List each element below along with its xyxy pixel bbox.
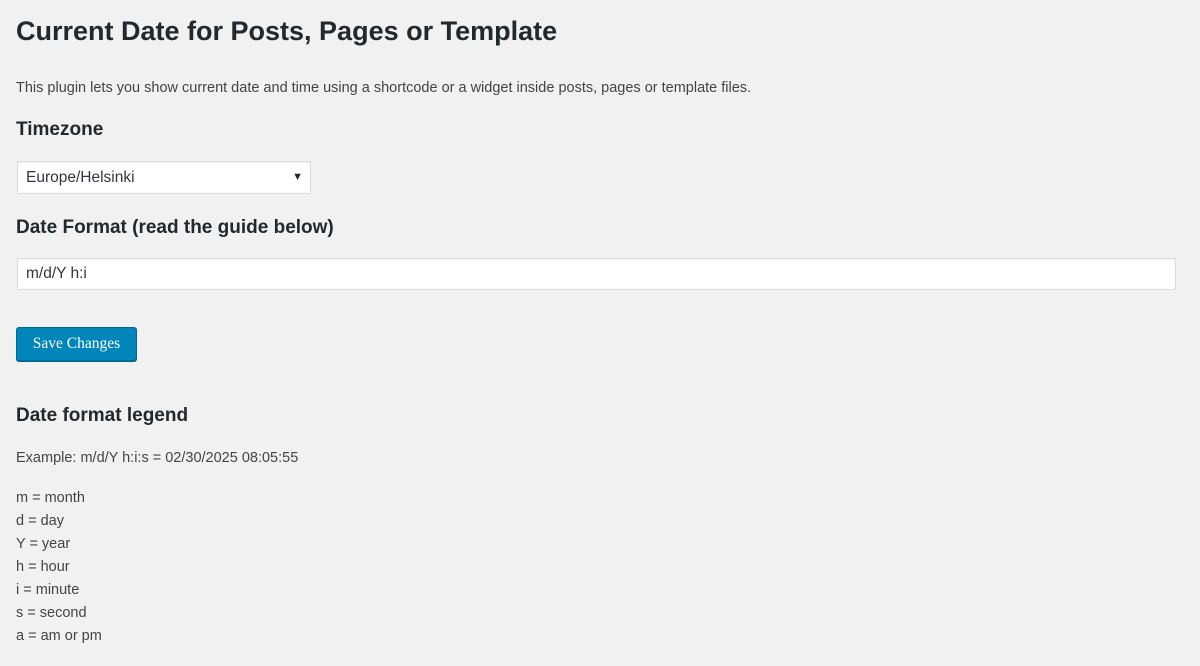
legend-heading: Date format legend xyxy=(16,405,189,426)
legend-item-ampm: a = am or pm xyxy=(16,628,102,644)
legend-item-day: d = day xyxy=(16,513,64,529)
settings-page: Current Date for Posts, Pages or Templat… xyxy=(0,0,1184,666)
date-format-heading: Date Format (read the guide below) xyxy=(16,217,334,238)
legend-list: m = month d = day Y = year h = hour i = … xyxy=(16,487,102,648)
date-format-input[interactable] xyxy=(17,258,1176,290)
timezone-selected-value: Europe/Helsinki xyxy=(26,169,135,186)
timezone-heading: Timezone xyxy=(16,119,104,140)
legend-item-month: m = month xyxy=(16,490,85,506)
legend-item-year: Y = year xyxy=(16,536,71,552)
legend-example: Example: m/d/Y h:i:s = 02/30/2025 08:05:… xyxy=(16,450,299,466)
timezone-select[interactable]: Europe/Helsinki ▼ xyxy=(17,161,311,194)
chevron-down-icon: ▼ xyxy=(292,171,303,183)
legend-item-hour: h = hour xyxy=(16,559,70,575)
legend-item-second: s = second xyxy=(16,605,87,621)
legend-item-minute: i = minute xyxy=(16,582,80,598)
plugin-description: This plugin lets you show current date a… xyxy=(16,80,752,96)
save-changes-button[interactable]: Save Changes xyxy=(16,327,137,361)
page-title: Current Date for Posts, Pages or Templat… xyxy=(16,16,558,46)
